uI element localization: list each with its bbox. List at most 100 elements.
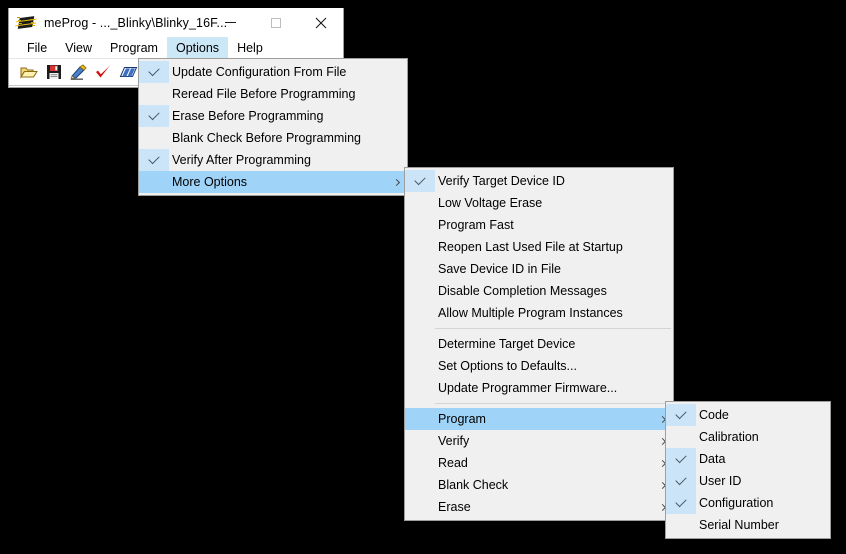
- check-icon: [666, 470, 696, 492]
- check-slot: [405, 452, 435, 474]
- menu-item-label: Code: [699, 408, 729, 422]
- maximize-button[interactable]: [253, 8, 298, 37]
- check-slot: [666, 514, 696, 536]
- menubar-label-help: Help: [237, 40, 263, 55]
- menu-separator: [435, 328, 671, 329]
- check-icon: [666, 492, 696, 514]
- menu-item-update-configuration-from-file[interactable]: Update Configuration From File: [139, 61, 407, 83]
- check-slot: [139, 83, 169, 105]
- menu-item-label: User ID: [699, 474, 742, 488]
- menubar-item-file[interactable]: File: [18, 37, 56, 58]
- open-file-icon[interactable]: [18, 62, 39, 82]
- menu-item-set-options-to-defaults[interactable]: Set Options to Defaults...: [405, 355, 673, 377]
- menu-item-determine-target-device[interactable]: Determine Target Device: [405, 333, 673, 355]
- menu-item-label: Calibration: [699, 430, 759, 444]
- menu-item-configuration[interactable]: Configuration: [666, 492, 830, 514]
- menu-item-serial-number[interactable]: Serial Number: [666, 514, 830, 536]
- menu-item-label: Data: [699, 452, 726, 466]
- menu-bar: File View Program Options Help: [9, 37, 343, 59]
- save-file-icon[interactable]: [43, 62, 64, 82]
- menu-item-label: Low Voltage Erase: [438, 196, 543, 210]
- menu-item-label: Blank Check: [438, 478, 509, 492]
- menu-item-label: Program: [438, 412, 486, 426]
- options-menu: Update Configuration From File Reread Fi…: [138, 58, 408, 196]
- menu-item-low-voltage-erase[interactable]: Low Voltage Erase: [405, 192, 673, 214]
- program-write-icon[interactable]: [68, 62, 89, 82]
- menu-item-verify-target-device-id[interactable]: Verify Target Device ID: [405, 170, 673, 192]
- check-icon: [666, 404, 696, 426]
- check-icon: [139, 149, 169, 171]
- menu-item-label: Erase: [438, 500, 471, 514]
- check-slot: [405, 496, 435, 518]
- menu-item-label: Determine Target Device: [438, 337, 576, 351]
- menu-separator: [435, 403, 671, 404]
- menu-item-allow-multiple-program-instances[interactable]: Allow Multiple Program Instances: [405, 302, 673, 324]
- menubar-item-view[interactable]: View: [56, 37, 101, 58]
- screen-root: meProg - ..._Blinky\Blinky_16F... File V…: [0, 0, 846, 554]
- title-bar[interactable]: meProg - ..._Blinky\Blinky_16F...: [9, 8, 343, 37]
- read-book-icon[interactable]: [118, 62, 139, 82]
- menu-item-label: More Options: [172, 175, 248, 189]
- menu-item-verify[interactable]: Verify: [405, 430, 673, 452]
- menu-item-verify-after-programming[interactable]: Verify After Programming: [139, 149, 407, 171]
- menu-item-label: Update Programmer Firmware...: [438, 381, 618, 395]
- menubar-label-view: View: [65, 40, 93, 55]
- check-slot: [405, 280, 435, 302]
- check-slot: [405, 474, 435, 496]
- menubar-label-file: File: [27, 40, 48, 55]
- menu-item-label: Update Configuration From File: [172, 65, 347, 79]
- menu-item-label: Reread File Before Programming: [172, 87, 356, 101]
- menu-item-label: Blank Check Before Programming: [172, 131, 361, 145]
- menu-item-calibration[interactable]: Calibration: [666, 426, 830, 448]
- menu-item-label: Serial Number: [699, 518, 779, 532]
- menu-item-label: Disable Completion Messages: [438, 284, 607, 298]
- menubar-label-options: Options: [175, 40, 220, 55]
- menubar-item-program[interactable]: Program: [101, 37, 167, 58]
- check-slot: [405, 214, 435, 236]
- menu-item-more-options[interactable]: More Options: [139, 171, 407, 193]
- menu-item-label: Verify: [438, 434, 470, 448]
- menu-item-label: Program Fast: [438, 218, 514, 232]
- menu-item-save-device-id-in-file[interactable]: Save Device ID in File: [405, 258, 673, 280]
- check-slot: [666, 426, 696, 448]
- menu-item-erase-before-programming[interactable]: Erase Before Programming: [139, 105, 407, 127]
- chip-icon: [17, 14, 37, 32]
- check-slot: [405, 236, 435, 258]
- menu-item-program[interactable]: Program: [405, 408, 673, 430]
- menu-item-program-fast[interactable]: Program Fast: [405, 214, 673, 236]
- menubar-item-options[interactable]: Options: [166, 37, 229, 58]
- menubar-item-help[interactable]: Help: [228, 37, 272, 58]
- menu-item-reopen-last-used-file-at-startup[interactable]: Reopen Last Used File at Startup: [405, 236, 673, 258]
- menu-item-label: Allow Multiple Program Instances: [438, 306, 623, 320]
- check-slot: [405, 377, 435, 399]
- menu-item-data[interactable]: Data: [666, 448, 830, 470]
- check-slot: [405, 408, 435, 430]
- menu-item-label: Save Device ID in File: [438, 262, 561, 276]
- menubar-label-program: Program: [110, 40, 158, 55]
- menu-item-label: Reopen Last Used File at Startup: [438, 240, 623, 254]
- check-icon: [139, 61, 169, 83]
- more-options-submenu: Verify Target Device ID Low Voltage Eras…: [404, 167, 674, 521]
- check-icon: [405, 170, 435, 192]
- menu-item-erase[interactable]: Erase: [405, 496, 673, 518]
- verify-check-icon[interactable]: [93, 62, 114, 82]
- menu-item-label: Set Options to Defaults...: [438, 359, 577, 373]
- menu-item-reread-file-before-programming[interactable]: Reread File Before Programming: [139, 83, 407, 105]
- menu-item-label: Read: [438, 456, 468, 470]
- menu-item-blank-check-before-programming[interactable]: Blank Check Before Programming: [139, 127, 407, 149]
- check-slot: [405, 430, 435, 452]
- menu-item-user-id[interactable]: User ID: [666, 470, 830, 492]
- menu-item-disable-completion-messages[interactable]: Disable Completion Messages: [405, 280, 673, 302]
- menu-item-label: Configuration: [699, 496, 774, 510]
- menu-item-update-programmer-firmware[interactable]: Update Programmer Firmware...: [405, 377, 673, 399]
- program-submenu: Code Calibration Data User ID Configurat…: [665, 401, 831, 539]
- close-button[interactable]: [298, 8, 343, 37]
- check-slot: [405, 258, 435, 280]
- check-slot: [405, 302, 435, 324]
- menu-item-read[interactable]: Read: [405, 452, 673, 474]
- window-title: meProg - ..._Blinky\Blinky_16F...: [44, 15, 228, 30]
- menu-item-label: Verify After Programming: [172, 153, 311, 167]
- menu-item-blank-check[interactable]: Blank Check: [405, 474, 673, 496]
- menu-item-code[interactable]: Code: [666, 404, 830, 426]
- minimize-button[interactable]: [208, 8, 253, 37]
